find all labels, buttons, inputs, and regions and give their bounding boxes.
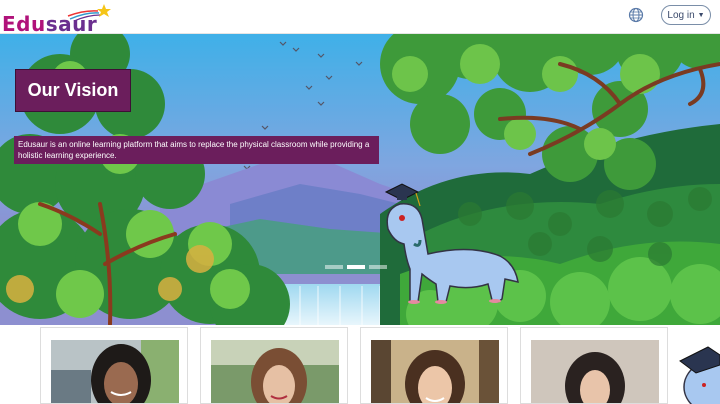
vision-caption: Edusaur is an online learning platform t… [14, 136, 379, 164]
person-photo-1 [51, 340, 179, 403]
carousel-indicator-3[interactable] [369, 265, 387, 269]
person-photo-3 [371, 340, 499, 403]
vision-title: Our Vision [27, 80, 119, 100]
logo-text-edu: Edu [2, 12, 46, 36]
login-dropdown-button[interactable]: Log in ▼ [661, 5, 711, 25]
login-label: Log in [667, 9, 695, 21]
vision-heading-box: Our Vision [15, 69, 131, 112]
team-card-1[interactable] [40, 327, 188, 404]
hero-carousel: Our Vision Edusaur is an online learning… [0, 34, 720, 325]
carousel-indicator-1[interactable] [325, 265, 343, 269]
team-card-2[interactable] [200, 327, 348, 404]
team-card-4[interactable] [520, 327, 668, 404]
team-card-3[interactable] [360, 327, 508, 404]
globe-icon[interactable] [628, 7, 644, 23]
shooting-star-icon [67, 4, 111, 22]
graduation-cap-dino-icon [679, 346, 720, 404]
chevron-down-icon: ▼ [697, 11, 705, 19]
person-photo-2 [211, 340, 339, 403]
carousel-indicator-2[interactable] [347, 265, 365, 269]
person-photo-4 [531, 340, 659, 403]
team-section [0, 325, 720, 404]
top-navbar: Edusaur Log in ▼ [0, 0, 720, 36]
